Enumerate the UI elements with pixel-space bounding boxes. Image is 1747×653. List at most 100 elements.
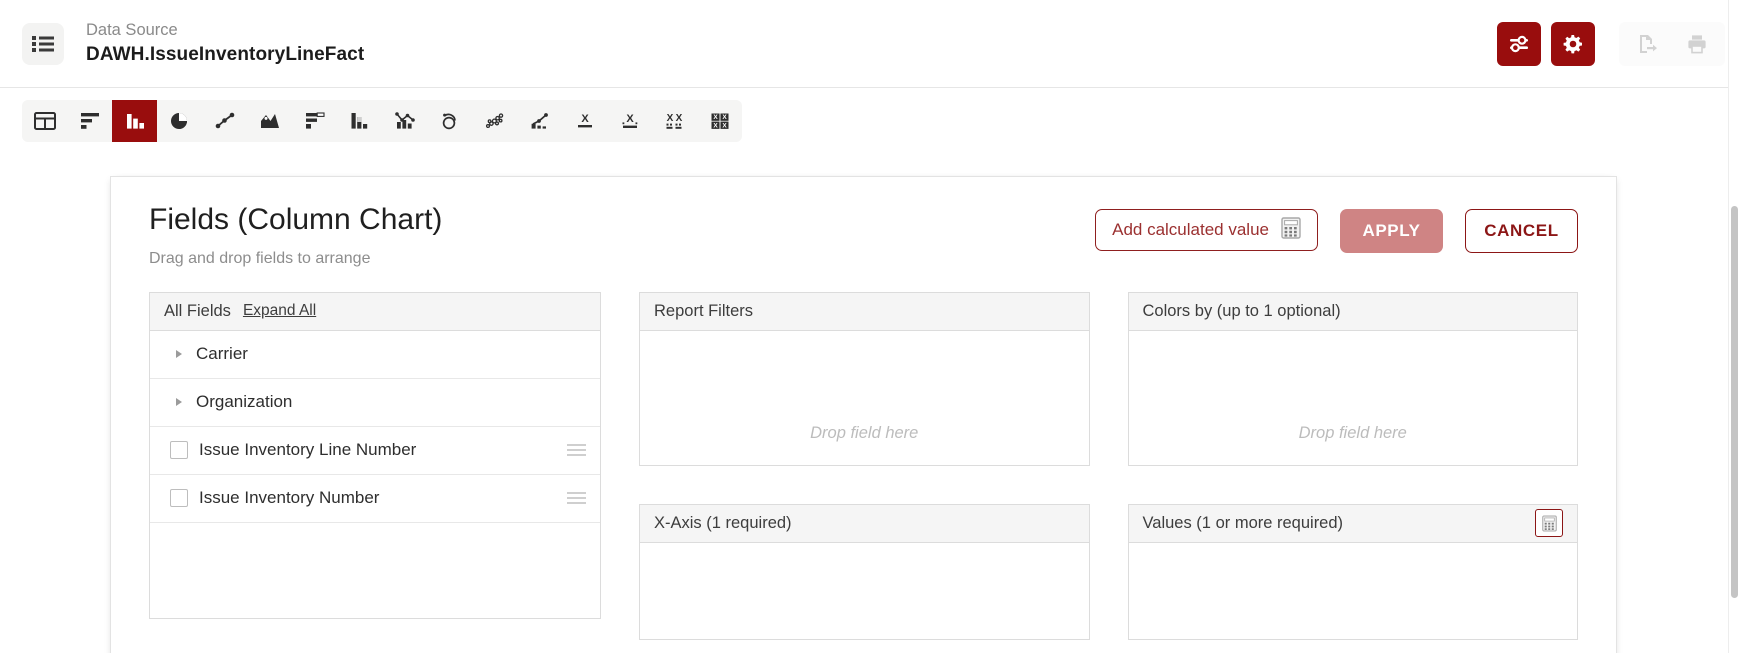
all-fields-empty-area <box>150 522 600 618</box>
page-title: Fields (Column Chart) <box>149 203 443 236</box>
chevron-right-icon[interactable] <box>170 397 188 407</box>
dropzone-title: X-Axis (1 required) <box>654 513 792 532</box>
area-chart-icon <box>260 114 279 128</box>
chart-type-single-value[interactable]: X <box>562 100 607 142</box>
svg-text:X: X <box>581 113 589 125</box>
grouped-column-icon <box>351 113 367 129</box>
chart-type-single-value-trend[interactable]: X <box>607 100 652 142</box>
table-icon <box>33 112 56 130</box>
export-file-icon <box>1640 34 1657 53</box>
chart-type-bubble[interactable] <box>472 100 517 142</box>
chart-type-bar[interactable] <box>67 100 112 142</box>
svg-text:X: X <box>722 122 727 129</box>
fields-panel-header: Fields (Column Chart) Drag and drop fiel… <box>149 203 1578 268</box>
field-checkbox[interactable] <box>170 441 188 459</box>
list-item[interactable]: Issue Inventory Number <box>150 475 600 523</box>
dropzone-x-axis-body[interactable] <box>640 542 1089 639</box>
drop-hint: Drop field here <box>1298 423 1407 442</box>
chevron-right-icon[interactable] <box>170 349 188 359</box>
line-chart-icon <box>215 112 234 129</box>
svg-text:X: X <box>666 113 673 124</box>
page-subtitle: Drag and drop fields to arrange <box>149 249 371 267</box>
all-fields-list: Carrier Organization Issue Inventory Lin… <box>150 331 600 618</box>
fields-panel-actions: Add calculated value APPLY CANCEL <box>1095 203 1578 253</box>
dropzone-report-filters-header: Report Filters <box>640 292 1089 331</box>
svg-text:X: X <box>722 114 727 121</box>
chart-type-pie[interactable] <box>157 100 202 142</box>
calculator-icon <box>1281 216 1301 244</box>
expand-all-link[interactable]: Expand All <box>243 302 316 320</box>
chart-type-grouped-column[interactable] <box>337 100 382 142</box>
dropzone-x-axis[interactable]: X-Axis (1 required) <box>639 503 1090 640</box>
secondary-actions-group <box>1619 21 1725 66</box>
datasource-value: DAWH.IssueInventoryLineFact <box>86 43 365 65</box>
values-add-calculated-button[interactable] <box>1535 509 1563 537</box>
dropzone-colors-by[interactable]: Colors by (up to 1 optional) Drop field … <box>1127 291 1578 466</box>
print-button[interactable] <box>1675 22 1719 66</box>
dropzone-values-header: Values (1 or more required) <box>1128 504 1577 543</box>
dropzone-colors-by-body[interactable]: Drop field here <box>1128 330 1577 465</box>
dropzone-values[interactable]: Values (1 or more required) <box>1127 503 1578 640</box>
horizontal-bar-icon <box>80 113 99 129</box>
export-button[interactable] <box>1625 22 1669 66</box>
gear-settings-button[interactable] <box>1551 21 1595 66</box>
donut-gauge-icon <box>442 113 456 130</box>
dropzone-title: Colors by (up to 1 optional) <box>1142 301 1341 320</box>
chart-type-column[interactable] <box>112 100 157 142</box>
cancel-button[interactable]: CANCEL <box>1465 209 1578 253</box>
dropzones-grid: Report Filters Drop field here Colors by… <box>639 291 1578 640</box>
apply-button[interactable]: APPLY <box>1340 209 1443 253</box>
datasource-block: Data Source DAWH.IssueInventoryLineFact <box>86 20 364 66</box>
chart-type-kpi-grid[interactable]: X X X X <box>697 100 742 142</box>
list-item-label: Organization <box>196 392 293 411</box>
svg-text:X: X <box>626 113 634 125</box>
field-checkbox[interactable] <box>170 489 188 507</box>
list-item[interactable]: Carrier <box>150 331 600 379</box>
add-calculated-value-button[interactable]: Add calculated value <box>1095 209 1318 251</box>
list-item[interactable]: Organization <box>150 379 600 427</box>
chart-type-area[interactable] <box>247 100 292 142</box>
list-item[interactable]: Issue Inventory Line Number <box>150 427 600 475</box>
dropzone-colors-by-header: Colors by (up to 1 optional) <box>1128 292 1577 331</box>
drag-handle-icon[interactable] <box>567 492 586 504</box>
drag-handle-icon[interactable] <box>567 444 586 456</box>
fields-panel-titleblock: Fields (Column Chart) Drag and drop fiel… <box>149 203 442 268</box>
all-fields-header: All Fields Expand All <box>150 292 600 331</box>
calculator-icon <box>1541 514 1557 532</box>
dropzone-report-filters[interactable]: Report Filters Drop field here <box>639 291 1090 466</box>
chart-type-toolbar: X X X X X X X X <box>22 100 742 142</box>
chart-type-stacked-bar[interactable] <box>292 100 337 142</box>
chart-type-table[interactable] <box>22 100 67 142</box>
sliders-icon <box>1510 35 1528 52</box>
bubble-chart-icon <box>485 113 503 129</box>
app-header: Data Source DAWH.IssueInventoryLineFact <box>0 0 1747 88</box>
list-item-label: Issue Inventory Line Number <box>199 440 417 459</box>
dropzone-report-filters-body[interactable]: Drop field here <box>640 330 1089 465</box>
dropzone-values-body[interactable] <box>1128 542 1577 639</box>
pie-chart-icon <box>170 113 187 129</box>
list-icon[interactable] <box>22 22 64 65</box>
page-scrollbar-thumb[interactable] <box>1731 206 1738 598</box>
gear-icon <box>1563 34 1582 53</box>
header-actions <box>1497 21 1725 66</box>
line-bar-icon <box>531 113 548 129</box>
chart-type-line[interactable] <box>202 100 247 142</box>
datasource-label: Data Source <box>86 21 178 40</box>
drop-hint: Drop field here <box>810 423 919 442</box>
xx-dotted-icon: X X <box>666 113 682 129</box>
all-fields-title: All Fields <box>164 301 231 320</box>
sliders-settings-button[interactable] <box>1497 21 1541 66</box>
all-fields-column: All Fields Expand All Carrier Organizati… <box>149 291 601 640</box>
fields-columns: All Fields Expand All Carrier Organizati… <box>149 291 1578 640</box>
stacked-bar-icon <box>305 112 325 129</box>
app-root: Data Source DAWH.IssueInventoryLineFact <box>0 0 1747 653</box>
chart-type-multi-value[interactable]: X X <box>652 100 697 142</box>
chart-type-combo[interactable] <box>382 100 427 142</box>
dropzone-title: Report Filters <box>654 301 754 320</box>
list-item-label: Issue Inventory Number <box>199 488 380 507</box>
page-scrollbar-gutter <box>1741 0 1747 653</box>
list-item-label: Carrier <box>196 344 248 363</box>
chart-type-line-bar[interactable] <box>517 100 562 142</box>
dropzone-title: Values (1 or more required) <box>1142 513 1344 532</box>
chart-type-donut-gauge[interactable] <box>427 100 472 142</box>
